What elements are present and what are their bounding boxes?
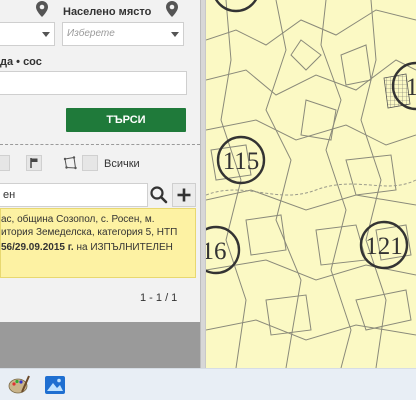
tool-button[interactable] [0,155,10,171]
plus-icon [177,188,191,202]
result-line-2: итория Земеделска, категория 5, НТП [1,227,178,238]
flag-icon [30,158,38,168]
filter-input[interactable]: ен [0,183,148,207]
add-button[interactable] [172,183,196,207]
polygon-icon [63,156,77,170]
search-icon[interactable] [148,183,170,207]
panel-footer [0,322,200,368]
location-pin-icon [166,1,178,17]
result-line-3-rest: на ИЗПЪЛНИТЕЛЕН [73,242,173,253]
code-label: да • сос [0,56,42,68]
taskbar [0,368,416,400]
dropdown-caret-icon [42,32,50,37]
search-panel: Населено място Изберете да • сос ТЪРСИ В… [0,0,200,368]
cadastral-map[interactable]: 115 121 16 1 [206,0,416,368]
location-pin-icon [36,1,48,17]
result-line-1: ас, община Созопол, с. Росен, м. [1,214,155,225]
all-label: Всички [104,158,140,170]
parcel-circle [214,0,258,13]
region-select[interactable] [0,22,55,46]
all-tool-button[interactable] [82,155,98,171]
pagination-label: 1 - 1 / 1 [140,292,178,304]
settlement-select[interactable]: Изберете [62,22,184,46]
flag-tool-button[interactable] [26,155,42,171]
divider [0,144,200,145]
settlement-label: Населено място [63,6,152,18]
parcel-number: 121 [365,233,403,260]
code-input[interactable] [0,71,187,95]
dropdown-caret-icon [171,32,179,37]
paint-palette-icon[interactable] [6,372,32,398]
search-button[interactable]: ТЪРСИ [66,108,186,132]
parcel-number: 16 [206,238,227,265]
result-line-3: 56/29.09.2015 г. на ИЗПЪЛНИТЕЛЕН [1,242,173,253]
result-order-number: 56/29.09.2015 г. [1,242,74,253]
polygon-tool-button[interactable] [62,155,78,171]
filter-value: ен [3,189,16,201]
result-item[interactable]: ас, община Созопол, с. Росен, м. итория … [0,208,196,278]
photos-app-icon[interactable] [42,372,68,398]
parcel-number: 115 [223,148,260,175]
map-canvas[interactable]: 115 121 16 1 [206,0,416,368]
settlement-placeholder: Изберете [67,28,115,39]
parcel-number: 1 [406,74,416,101]
